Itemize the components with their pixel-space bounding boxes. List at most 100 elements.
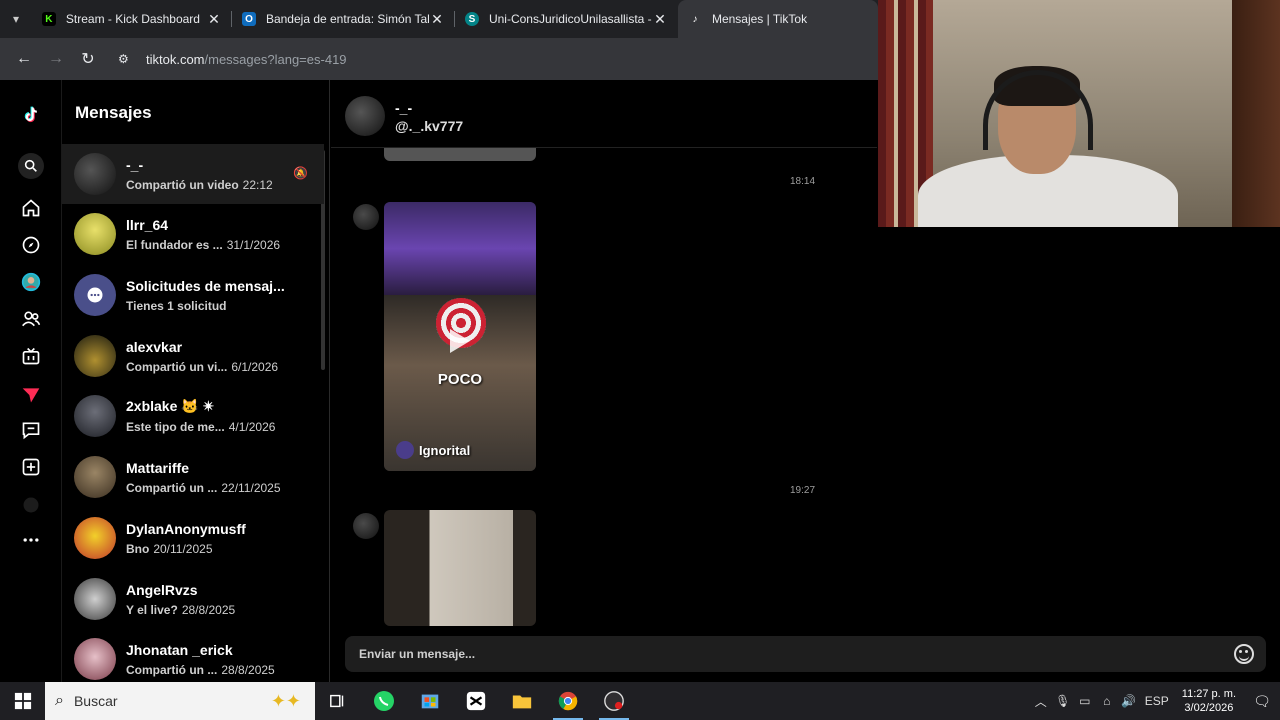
- explore-icon[interactable]: [19, 233, 43, 257]
- capcut-icon[interactable]: [453, 682, 499, 720]
- kick-icon: K: [41, 12, 56, 26]
- emoji-icon[interactable]: [1234, 644, 1254, 664]
- forward-button[interactable]: →: [40, 43, 72, 75]
- conversation-name: llrr_64: [126, 216, 169, 233]
- file-explorer-icon[interactable]: [499, 682, 545, 720]
- site-settings-icon[interactable]: ⚙: [118, 52, 136, 66]
- clock-date: 3/02/2026: [1184, 702, 1234, 714]
- usb-icon[interactable]: ⌂: [1096, 694, 1118, 708]
- play-icon[interactable]: [450, 329, 470, 353]
- language-indicator[interactable]: ESP: [1140, 694, 1174, 708]
- chevron-up-icon[interactable]: ︿: [1030, 693, 1052, 710]
- messages-send-icon[interactable]: [19, 383, 43, 407]
- home-icon[interactable]: [19, 196, 43, 220]
- conversation-item[interactable]: Mattariffe Compartió un ... 22/11/2025: [62, 447, 324, 507]
- avatar: [74, 213, 116, 255]
- task-view-icon[interactable]: [315, 682, 361, 720]
- more-icon[interactable]: [19, 528, 43, 552]
- conversation-item[interactable]: AngelRvzs Y el live? 28/8/2025: [62, 569, 324, 629]
- chat-contact-name[interactable]: -_-: [395, 100, 412, 116]
- shared-video-card[interactable]: [384, 148, 536, 161]
- conversation-preview: Compartió un vi...: [126, 359, 228, 374]
- close-icon[interactable]: ✕: [206, 11, 222, 28]
- close-icon[interactable]: ✕: [429, 11, 445, 28]
- conversation-list-panel: Mensajes -_- Compartió un video 22:12 🔕 l…: [62, 80, 330, 682]
- tiktok-logo-icon[interactable]: [19, 103, 43, 127]
- live-icon[interactable]: [19, 344, 43, 368]
- windows-start-button[interactable]: [0, 682, 45, 720]
- store-icon[interactable]: [407, 682, 453, 720]
- conversation-name: Solicitudes de mensaj...: [126, 277, 285, 294]
- chat-header: -_- @._.kv777: [331, 80, 877, 148]
- friends-icon[interactable]: [19, 307, 43, 331]
- avatar: [353, 204, 379, 230]
- chat-contact-handle[interactable]: @._.kv777: [395, 118, 463, 134]
- url-path: /messages?lang=es-419: [204, 51, 347, 67]
- conversation-item[interactable]: DylanAnonymusff Bno 20/11/2025: [62, 508, 324, 568]
- conversation-preview: Y el live?: [126, 602, 178, 617]
- system-tray: ︿ 🎙 ▭ ⌂ 🔊 ESP 11:27 p. m. 3/02/2026 🗨: [1030, 682, 1280, 720]
- tab-title: Bandeja de entrada: Simón Tab: [265, 12, 429, 26]
- avatar: [74, 517, 116, 559]
- search-icon: ⌕: [55, 692, 64, 709]
- video-caption: POCO: [437, 371, 483, 388]
- microphone-icon[interactable]: 🎙: [1052, 694, 1074, 708]
- browser-tab[interactable]: K Stream - Kick Dashboard ✕: [32, 0, 232, 38]
- conversation-item[interactable]: Jhonatan _erick Compartió un ... 28/8/202…: [62, 629, 324, 682]
- clock[interactable]: 11:27 p. m. 3/02/2026: [1182, 687, 1236, 715]
- url-host: tiktok.com: [146, 51, 205, 67]
- conversation-date: 22/11/2025: [221, 480, 281, 495]
- upload-icon[interactable]: [19, 455, 43, 479]
- conversation-preview: Compartió un video: [126, 177, 239, 192]
- tab-title: Mensajes | TikTok: [711, 12, 808, 26]
- message-requests-item[interactable]: Solicitudes de mensaj... Tienes 1 solici…: [62, 265, 324, 325]
- volume-icon[interactable]: 🔊: [1118, 694, 1140, 708]
- author-avatar: [396, 441, 414, 459]
- conversation-date: 28/8/2025: [221, 662, 275, 677]
- browser-tab[interactable]: S Uni-ConsJuridicoUnilasallista - ( ✕: [455, 0, 678, 38]
- avatar[interactable]: [345, 96, 385, 136]
- avatar: [74, 456, 116, 498]
- close-icon[interactable]: ✕: [652, 11, 668, 28]
- search-icon[interactable]: [18, 153, 44, 179]
- webcam-overlay: [878, 0, 1280, 227]
- shared-video-card[interactable]: [384, 510, 536, 626]
- conversation-date: 22:12: [242, 177, 273, 192]
- sharepoint-icon: S: [464, 12, 479, 26]
- search-highlight-icon: ✦✦: [270, 690, 301, 711]
- following-avatar-icon[interactable]: [19, 270, 43, 294]
- conversation-date: 6/1/2026: [231, 359, 279, 374]
- conversation-item[interactable]: 2xblake 🐱 ✴ Este tipo de me... 4/1/2026: [62, 386, 324, 446]
- conversation-name: AngelRvzs: [126, 581, 198, 598]
- browser-tab[interactable]: O Bandeja de entrada: Simón Tab ✕: [232, 0, 455, 38]
- network-icon[interactable]: ▭: [1074, 694, 1096, 708]
- shared-video-card[interactable]: POCO Ignorital: [384, 202, 536, 471]
- profile-avatar-icon[interactable]: [19, 493, 43, 517]
- activity-icon[interactable]: [19, 418, 43, 442]
- conversation-name: DylanAnonymusff: [126, 520, 246, 537]
- conversation-item[interactable]: llrr_64 El fundador es ... 31/1/2026: [62, 204, 324, 264]
- back-button[interactable]: ←: [8, 43, 40, 75]
- whatsapp-icon[interactable]: [361, 682, 407, 720]
- windows-taskbar: ⌕ Buscar ✦✦ ︿ 🎙 ▭ ⌂ 🔊 ESP 11:27 p. m. 3/…: [0, 682, 1280, 720]
- conversation-item[interactable]: -_- Compartió un video 22:12 🔕: [62, 144, 324, 204]
- tab-search-button[interactable]: ▾: [0, 0, 32, 38]
- reload-button[interactable]: ↻: [72, 43, 104, 75]
- tab-title: Stream - Kick Dashboard: [65, 12, 200, 26]
- message-input[interactable]: Enviar un mensaje...: [345, 636, 1266, 672]
- avatar: [353, 513, 379, 539]
- obs-icon[interactable]: [591, 682, 637, 720]
- taskbar-search-placeholder: Buscar: [73, 693, 118, 709]
- chrome-icon[interactable]: [545, 682, 591, 720]
- browser-tab-active[interactable]: ♪ Mensajes | TikTok: [677, 0, 878, 38]
- tiktok-nav: [0, 80, 62, 682]
- conversation-date: 28/8/2025: [181, 602, 236, 617]
- url-field[interactable]: ⚙ tiktok.com/messages?lang=es-419: [110, 44, 870, 74]
- notification-icon[interactable]: 🗨: [1244, 693, 1280, 710]
- taskbar-search-box[interactable]: ⌕ Buscar ✦✦: [45, 682, 315, 720]
- panel-title: Mensajes: [75, 103, 152, 122]
- conversation-item[interactable]: alexvkar Compartió un vi... 6/1/2026: [62, 326, 324, 386]
- avatar: [74, 395, 116, 437]
- conversation-name: Mattariffe: [126, 459, 190, 476]
- muted-bell-icon: 🔕: [293, 166, 308, 180]
